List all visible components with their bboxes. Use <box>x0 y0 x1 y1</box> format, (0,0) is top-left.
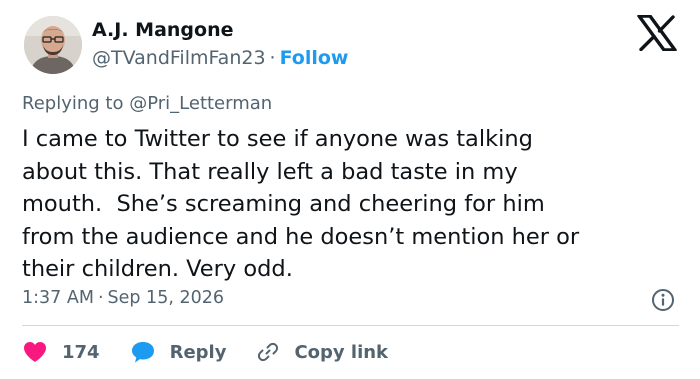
copy-link-button[interactable]: Copy link <box>256 340 388 364</box>
tweet-time: 1:37 AM <box>22 288 94 308</box>
replying-to: Replying to @Pri_Letterman <box>22 93 272 114</box>
speech-bubble-icon <box>131 342 154 363</box>
info-icon[interactable] <box>651 288 675 312</box>
reply-mention-link[interactable]: @Pri_Letterman <box>129 93 272 114</box>
link-icon <box>258 342 279 362</box>
separator: · <box>269 47 276 69</box>
like-count: 174 <box>62 341 100 363</box>
copy-link-label: Copy link <box>294 341 389 363</box>
avatar[interactable] <box>24 16 82 74</box>
reply-button[interactable]: Reply <box>130 340 227 364</box>
replying-prefix: Replying to <box>22 93 124 114</box>
like-button[interactable]: 174 <box>22 340 100 364</box>
tweet-text: I came to Twitter to see if anyone was t… <box>22 126 580 282</box>
tweet-timestamp[interactable]: 1:37 AM · Sep 15, 2026 <box>22 288 224 308</box>
avatar-image <box>24 16 82 74</box>
author-meta: @TVandFilmFan23 · Follow <box>92 47 349 69</box>
follow-button[interactable]: Follow <box>280 47 349 69</box>
heart-icon <box>24 342 46 362</box>
x-logo-icon[interactable] <box>637 15 677 51</box>
reply-label: Reply <box>169 341 227 363</box>
author-handle[interactable]: @TVandFilmFan23 <box>92 47 266 69</box>
action-bar: 174 Reply Copy link <box>22 336 418 368</box>
tweet-date: Sep 15, 2026 <box>107 288 224 308</box>
author-name[interactable]: A.J. Mangone <box>92 19 234 41</box>
divider <box>22 325 679 326</box>
separator: · <box>97 288 104 308</box>
